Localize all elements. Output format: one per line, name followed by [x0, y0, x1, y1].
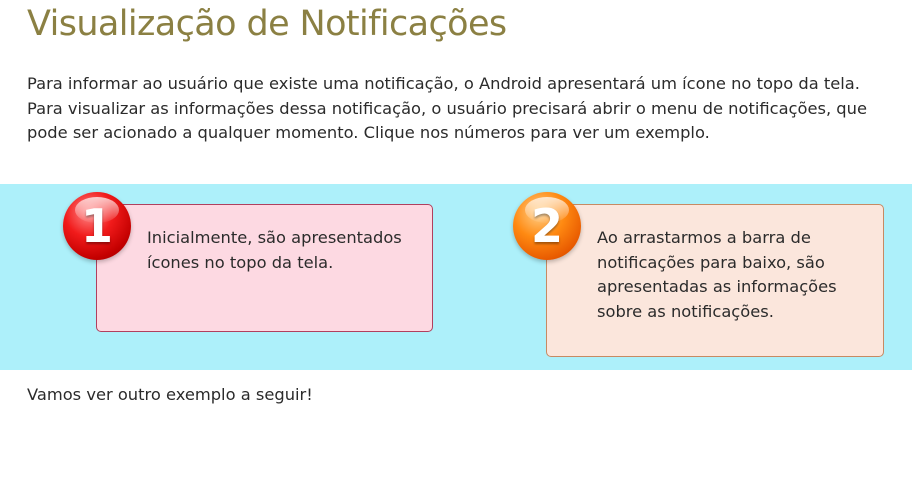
page-title: Visualização de Notificações	[27, 4, 507, 44]
footer-text: Vamos ver outro exemplo a seguir!	[27, 385, 313, 404]
step-1-number-button[interactable]: 1	[63, 192, 131, 260]
step-card-2[interactable]: Ao arrastarmos a barra de notificações p…	[546, 204, 884, 357]
step-2-number-button[interactable]: 2	[513, 192, 581, 260]
intro-paragraph: Para informar ao usuário que existe uma …	[27, 74, 867, 142]
step-1-text: Inicialmente, são apresentados ícones no…	[147, 228, 402, 272]
step-1-number: 1	[80, 199, 113, 253]
step-2-number: 2	[530, 199, 563, 253]
step-2-text: Ao arrastarmos a barra de notificações p…	[597, 228, 837, 321]
step-card-1[interactable]: Inicialmente, são apresentados ícones no…	[96, 204, 433, 332]
steps-band: Inicialmente, são apresentados ícones no…	[0, 184, 912, 370]
